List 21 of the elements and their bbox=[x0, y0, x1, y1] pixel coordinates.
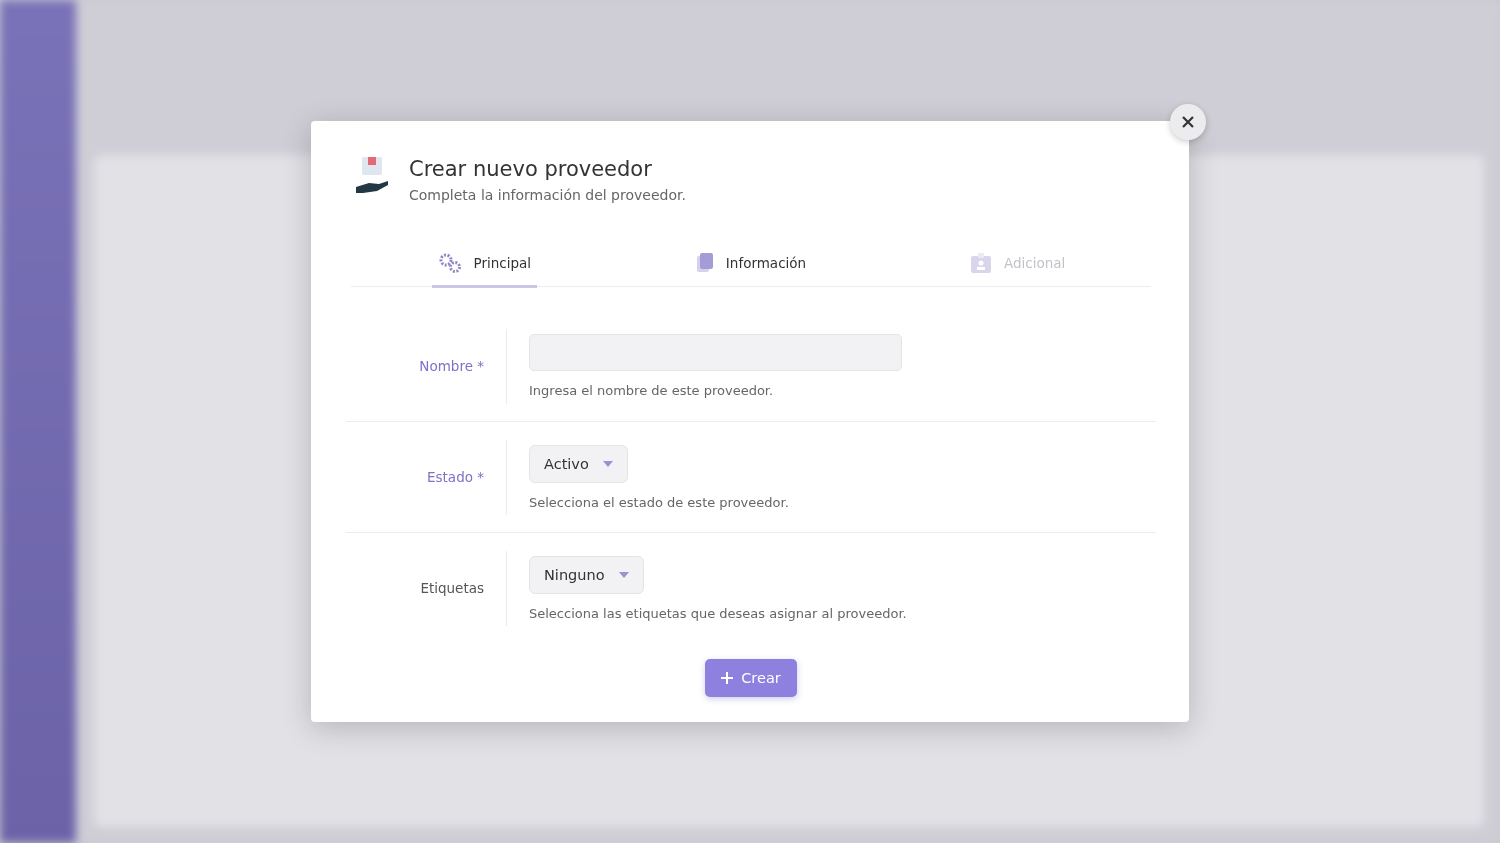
dropdown[interactable]: Activo bbox=[529, 444, 628, 483]
id-badge-icon bbox=[970, 253, 992, 273]
help-text: Selecciona el estado de este proveedor. bbox=[529, 494, 789, 510]
tab[interactable]: Principal bbox=[431, 241, 538, 288]
dialog-title: Crear nuevo proveedor bbox=[409, 157, 653, 181]
tab[interactable]: Información bbox=[689, 241, 813, 288]
document-icon bbox=[695, 253, 714, 273]
dialog-subtitle: Completa la información del proveedor. bbox=[409, 187, 686, 203]
name-input-field[interactable] bbox=[529, 334, 902, 371]
close-icon bbox=[1182, 116, 1194, 128]
caret-icon bbox=[618, 571, 629, 578]
plus-icon bbox=[721, 672, 734, 684]
field-label: Estado * bbox=[426, 469, 484, 485]
hand-holding-box-icon bbox=[355, 157, 389, 195]
help-text: Ingresa el nombre de este proveedor. bbox=[529, 383, 774, 398]
dropdown[interactable]: Ninguno bbox=[529, 555, 644, 594]
caret-icon bbox=[602, 460, 613, 467]
field-label: Nombre * bbox=[418, 358, 484, 374]
field-label: Etiquetas bbox=[419, 580, 484, 596]
help-text: Selecciona las etiquetas que deseas asignar al proveedor. bbox=[529, 605, 907, 621]
gears-icon bbox=[437, 253, 462, 273]
